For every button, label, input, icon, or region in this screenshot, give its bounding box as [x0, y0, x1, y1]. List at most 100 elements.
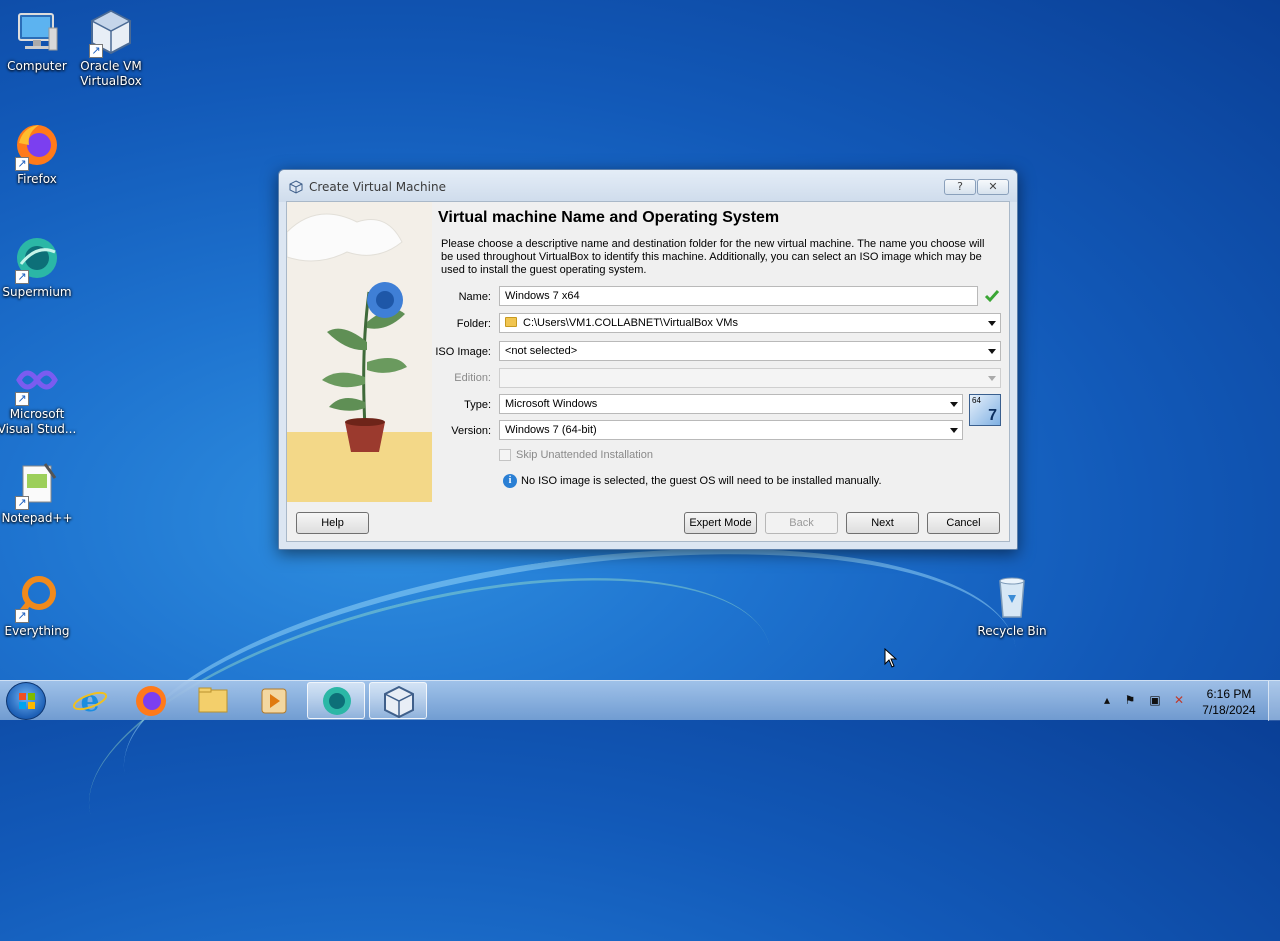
taskbar-virtualbox[interactable]: [369, 682, 427, 719]
shortcut-arrow-icon: ↗: [15, 392, 29, 406]
expert-mode-button[interactable]: Expert Mode: [684, 512, 757, 534]
mouse-cursor-icon: [884, 648, 898, 668]
desktop-icon-label: Microsoft Visual Stud...: [0, 407, 77, 436]
next-button[interactable]: Next: [846, 512, 919, 534]
everything-icon: ↗: [13, 573, 61, 623]
wizard-side-illustration: [287, 202, 432, 502]
computer-icon: [13, 8, 61, 56]
shortcut-arrow-icon: ↗: [15, 270, 29, 284]
skip-unattended-checkbox[interactable]: [499, 449, 511, 461]
version-combo[interactable]: Windows 7 (64-bit): [499, 420, 963, 440]
shortcut-arrow-icon: ↗: [15, 157, 29, 171]
dialog-title: Create Virtual Machine: [309, 180, 446, 194]
version-value: Windows 7 (64-bit): [505, 424, 597, 436]
dialog-client-area: Virtual machine Name and Operating Syste…: [286, 201, 1010, 542]
os-version-label: 7: [988, 407, 997, 424]
help-title-button[interactable]: ?: [944, 179, 976, 195]
desktop-icon-firefox[interactable]: ↗ Firefox: [0, 121, 77, 187]
taskbar-firefox[interactable]: [122, 682, 180, 719]
iso-image-combo[interactable]: <not selected>: [499, 341, 1001, 361]
os-bits-label: 64: [972, 396, 981, 405]
supermium-icon: [323, 687, 351, 715]
virtualbox-icon: [384, 685, 414, 719]
version-label: Version:: [451, 425, 491, 437]
dialog-titlebar[interactable]: Create Virtual Machine ? ✕: [279, 170, 1017, 202]
type-label: Type:: [464, 399, 491, 411]
desktop-icon-label: Notepad++: [1, 511, 73, 525]
taskbar-file-explorer[interactable]: [184, 682, 242, 719]
desktop-icon-label: Oracle VM VirtualBox: [80, 59, 142, 88]
desktop-icon-notepadpp[interactable]: ↗ Notepad++: [0, 460, 77, 526]
network-icon[interactable]: ▣: [1148, 693, 1162, 707]
wallpaper-swoosh-2: [58, 519, 802, 941]
shortcut-arrow-icon: ↗: [89, 44, 103, 58]
show-desktop-button[interactable]: [1268, 681, 1280, 721]
visual-studio-icon: ↗: [13, 356, 61, 406]
desktop-icon-everything[interactable]: ↗ Everything: [0, 573, 77, 639]
supermium-icon: ↗: [13, 234, 61, 284]
virtualbox-icon: [289, 180, 303, 194]
help-button[interactable]: Help: [296, 512, 369, 534]
show-hidden-icons-chevron-icon[interactable]: ▴: [1100, 693, 1114, 707]
name-label: Name:: [458, 291, 491, 303]
media-player-icon: [261, 688, 287, 714]
chevron-down-icon: [988, 321, 996, 326]
desktop-icon-recycle-bin[interactable]: Recycle Bin: [972, 573, 1052, 639]
notepadpp-icon: ↗: [13, 460, 61, 510]
close-title-button[interactable]: ✕: [977, 179, 1009, 195]
virtualbox-icon: ↗: [87, 8, 135, 58]
firefox-icon: [136, 686, 166, 716]
taskbar-media-player[interactable]: [245, 682, 303, 719]
edition-label: Edition:: [454, 372, 491, 384]
taskbar-internet-explorer[interactable]: e: [61, 682, 119, 719]
desktop-icon-label: Firefox: [17, 172, 57, 186]
volume-muted-icon[interactable]: ✕: [1172, 693, 1186, 707]
desktop-icon-label: Everything: [4, 624, 70, 638]
recycle-bin-icon: [988, 573, 1036, 621]
type-value: Microsoft Windows: [505, 398, 598, 410]
desktop-icon-label: Computer: [7, 59, 67, 73]
shortcut-arrow-icon: ↗: [15, 496, 29, 510]
windows-logo-icon: [19, 693, 35, 709]
page-title: Virtual machine Name and Operating Syste…: [438, 209, 780, 226]
info-icon: i: [503, 474, 517, 488]
os-windows7-icon: 64 7: [969, 394, 1001, 426]
desktop-icon-visual-studio[interactable]: ↗ Microsoft Visual Stud...: [0, 356, 77, 437]
shortcut-arrow-icon: ↗: [15, 609, 29, 623]
valid-check-icon: [984, 290, 1000, 303]
chevron-down-icon: [950, 428, 958, 433]
internet-explorer-icon: e: [72, 684, 108, 719]
start-button[interactable]: [6, 682, 46, 720]
cancel-button[interactable]: Cancel: [927, 512, 1000, 534]
folder-icon: [505, 317, 517, 327]
firefox-icon: ↗: [13, 121, 61, 171]
desktop-icon-supermium[interactable]: ↗ Supermium: [0, 234, 77, 300]
type-combo[interactable]: Microsoft Windows: [499, 394, 963, 414]
chevron-down-icon: [950, 402, 958, 407]
desktop-icon-label: Supermium: [2, 285, 72, 299]
name-input[interactable]: Windows 7 x64: [499, 286, 978, 306]
action-center-flag-icon[interactable]: ⚑: [1123, 693, 1137, 707]
desktop-icon-label: Recycle Bin: [977, 624, 1047, 638]
folder-value: C:\Users\VM1.COLLABNET\VirtualBox VMs: [523, 317, 738, 329]
folder-icon: [198, 687, 228, 713]
taskbar-clock[interactable]: 6:16 PM 7/18/2024: [1196, 686, 1262, 718]
back-button[interactable]: Back: [765, 512, 838, 534]
clock-time: 6:16 PM: [1206, 687, 1252, 701]
info-message: No ISO image is selected, the guest OS w…: [521, 475, 882, 487]
edition-combo[interactable]: [499, 368, 1001, 388]
skip-unattended-label: Skip Unattended Installation: [516, 449, 653, 461]
desktop-icon-virtualbox[interactable]: ↗ Oracle VM VirtualBox: [71, 8, 151, 89]
folder-combo[interactable]: C:\Users\VM1.COLLABNET\VirtualBox VMs: [499, 313, 1001, 333]
svg-text:e: e: [80, 684, 99, 719]
desktop-icon-computer[interactable]: Computer: [0, 8, 77, 74]
taskbar: e ▴ ⚑ ▣ ✕ 6:16 PM 7/18/2024: [0, 680, 1280, 721]
chevron-down-icon: [988, 376, 996, 381]
taskbar-supermium[interactable]: [307, 682, 365, 719]
create-vm-dialog: Create Virtual Machine ? ✕ Virtual machi…: [278, 169, 1018, 550]
page-description: Please choose a descriptive name and des…: [441, 238, 985, 276]
iso-value: <not selected>: [505, 345, 578, 357]
folder-label: Folder:: [456, 318, 491, 330]
chevron-down-icon: [988, 349, 996, 354]
iso-label: ISO Image:: [435, 346, 491, 358]
